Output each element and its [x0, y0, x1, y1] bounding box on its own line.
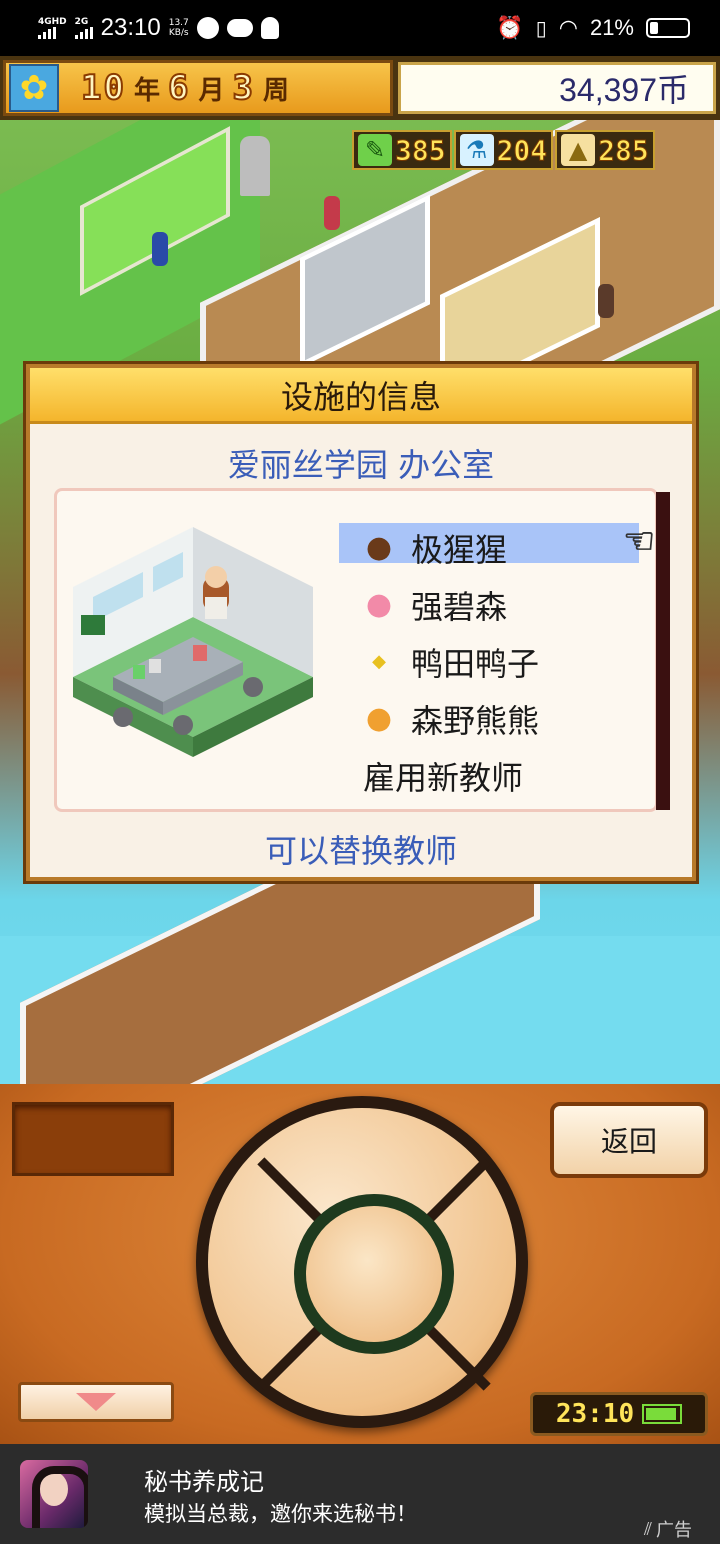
teacher-name: 鸭田鸭子 — [411, 644, 540, 683]
facility-info-dialog: 设施的信息 爱丽丝学园 办公室 ● 极猩猩 ● 强碧森 ◆ 鸭田鸭子 ● 森野熊… — [26, 364, 696, 881]
month-value: 6 — [167, 67, 191, 109]
status-time: 23:10 — [100, 14, 161, 41]
ad-description[interactable]: 模拟当总裁，邀你来选秘书！ — [144, 1498, 417, 1528]
penguin-icon — [260, 17, 279, 39]
bear-icon: ● — [365, 701, 393, 736]
hire-teacher-option[interactable]: 雇用新教师 — [339, 747, 639, 804]
rabbit-icon: ● — [365, 587, 393, 622]
dialog-footer-hint: 可以替换教师 — [264, 832, 457, 870]
signal-indicator: 4GHD — [38, 16, 67, 39]
hand-pointer-icon: ☜ — [622, 521, 656, 563]
status-bar: 4GHD 2G 23:10 13.7 KB/s ⏰ ▯ ◠ 21% — [0, 0, 720, 56]
signal-indicator-2: 2G — [74, 16, 93, 39]
battery-icon — [646, 18, 690, 38]
ad-title[interactable]: 秘书养成记 — [144, 1462, 264, 1497]
facility-panel: ● 极猩猩 ● 强碧森 ◆ 鸭田鸭子 ● 森野熊熊 雇用新教师 ☜ — [54, 488, 658, 812]
battery-percent: 21% — [589, 15, 634, 40]
ad-tag: ⫽ 广告 — [644, 1516, 692, 1542]
scroll-down-button[interactable] — [18, 1382, 174, 1422]
speed-value: 13.7 — [168, 18, 189, 28]
signal-bars-icon — [38, 26, 67, 39]
stats-bar: ✎ 385 ⚗ 204 ▲ 285 — [352, 130, 655, 170]
date-display: ✿ 10 年 6 月 3 周 — [3, 60, 393, 116]
list-scrollbar[interactable] — [656, 492, 670, 810]
year-value: 10 — [80, 67, 126, 109]
controller-panel: 返回 23:10 — [0, 1084, 720, 1444]
pencil-icon: ✎ — [358, 134, 392, 166]
ad-app-icon[interactable] — [20, 1460, 88, 1528]
down-arrow-icon — [76, 1393, 116, 1411]
battery-icon — [642, 1404, 683, 1424]
teacher-item[interactable]: ● 极猩猩 — [339, 519, 639, 576]
week-unit: 周 — [262, 76, 289, 106]
teacher-item[interactable]: ● 森野熊熊 — [339, 690, 639, 747]
duck-icon: ◆ — [372, 651, 386, 672]
dpad-ring[interactable] — [208, 1108, 516, 1416]
network-type-2: 2G — [74, 16, 89, 27]
ad-tag-label: 广告 — [656, 1520, 693, 1541]
facility-name: 爱丽丝学园 办公室 — [227, 446, 495, 484]
network-type-1: 4GHD — [38, 16, 67, 27]
stat-flask: ⚗ 204 — [453, 130, 554, 170]
student-character — [324, 196, 340, 230]
game-clock: 23:10 — [530, 1392, 708, 1436]
top-hud: ✿ 10 年 6 月 3 周 34,397币 — [0, 56, 720, 120]
office-room-illustration — [73, 527, 313, 757]
student-character — [598, 284, 614, 318]
wifi-icon: ◠ — [558, 15, 578, 41]
sunflower-icon: ✿ — [9, 64, 59, 112]
flask-icon: ⚗ — [459, 134, 494, 166]
stat-pyramid: ▲ 285 — [555, 130, 655, 170]
year-unit: 年 — [133, 76, 160, 106]
student-character — [152, 232, 168, 266]
info-slot — [12, 1102, 174, 1176]
stat-value: 385 — [395, 133, 447, 167]
ad-banner[interactable]: 秘书养成记 模拟当总裁，邀你来选秘书！ ⫽ 广告 — [0, 1444, 720, 1544]
teacher-item[interactable]: ● 强碧森 — [339, 576, 639, 633]
stat-value: 204 — [496, 133, 548, 167]
vibrate-icon: ▯ — [535, 16, 547, 40]
speed-unit: KB/s — [168, 28, 189, 38]
dpad[interactable] — [196, 1096, 528, 1428]
teacher-item[interactable]: ◆ 鸭田鸭子 — [339, 633, 639, 690]
month-unit: 月 — [198, 76, 225, 106]
teacher-name: 极猩猩 — [411, 530, 508, 569]
cloud-icon — [226, 19, 253, 37]
pyramid-icon: ▲ — [561, 134, 596, 166]
stat-pencil: ✎ 385 — [352, 130, 452, 170]
money-display: 34,397币 — [398, 62, 716, 114]
gorilla-icon: ● — [365, 530, 393, 565]
week-value: 3 — [231, 67, 255, 109]
dialog-title: 设施的信息 — [30, 368, 692, 424]
network-speed: 13.7 KB/s — [169, 18, 189, 38]
teacher-name: 强碧森 — [411, 587, 508, 626]
dpad-center-face — [306, 1206, 442, 1342]
teacher-list: ● 极猩猩 ● 强碧森 ◆ 鸭田鸭子 ● 森野熊熊 雇用新教师 — [339, 519, 639, 804]
compass-icon — [196, 17, 219, 39]
ad-logo-icon: ⫽ — [644, 1518, 653, 1540]
dpad-center-button[interactable] — [294, 1194, 454, 1354]
teacher-name: 森野熊熊 — [411, 701, 540, 740]
back-button[interactable]: 返回 — [550, 1102, 708, 1178]
alarm-icon: ⏰ — [496, 15, 524, 41]
clock-time: 23:10 — [555, 1399, 635, 1429]
statue — [240, 136, 270, 196]
signal-bars-icon — [74, 26, 93, 39]
stat-value: 285 — [598, 133, 650, 167]
